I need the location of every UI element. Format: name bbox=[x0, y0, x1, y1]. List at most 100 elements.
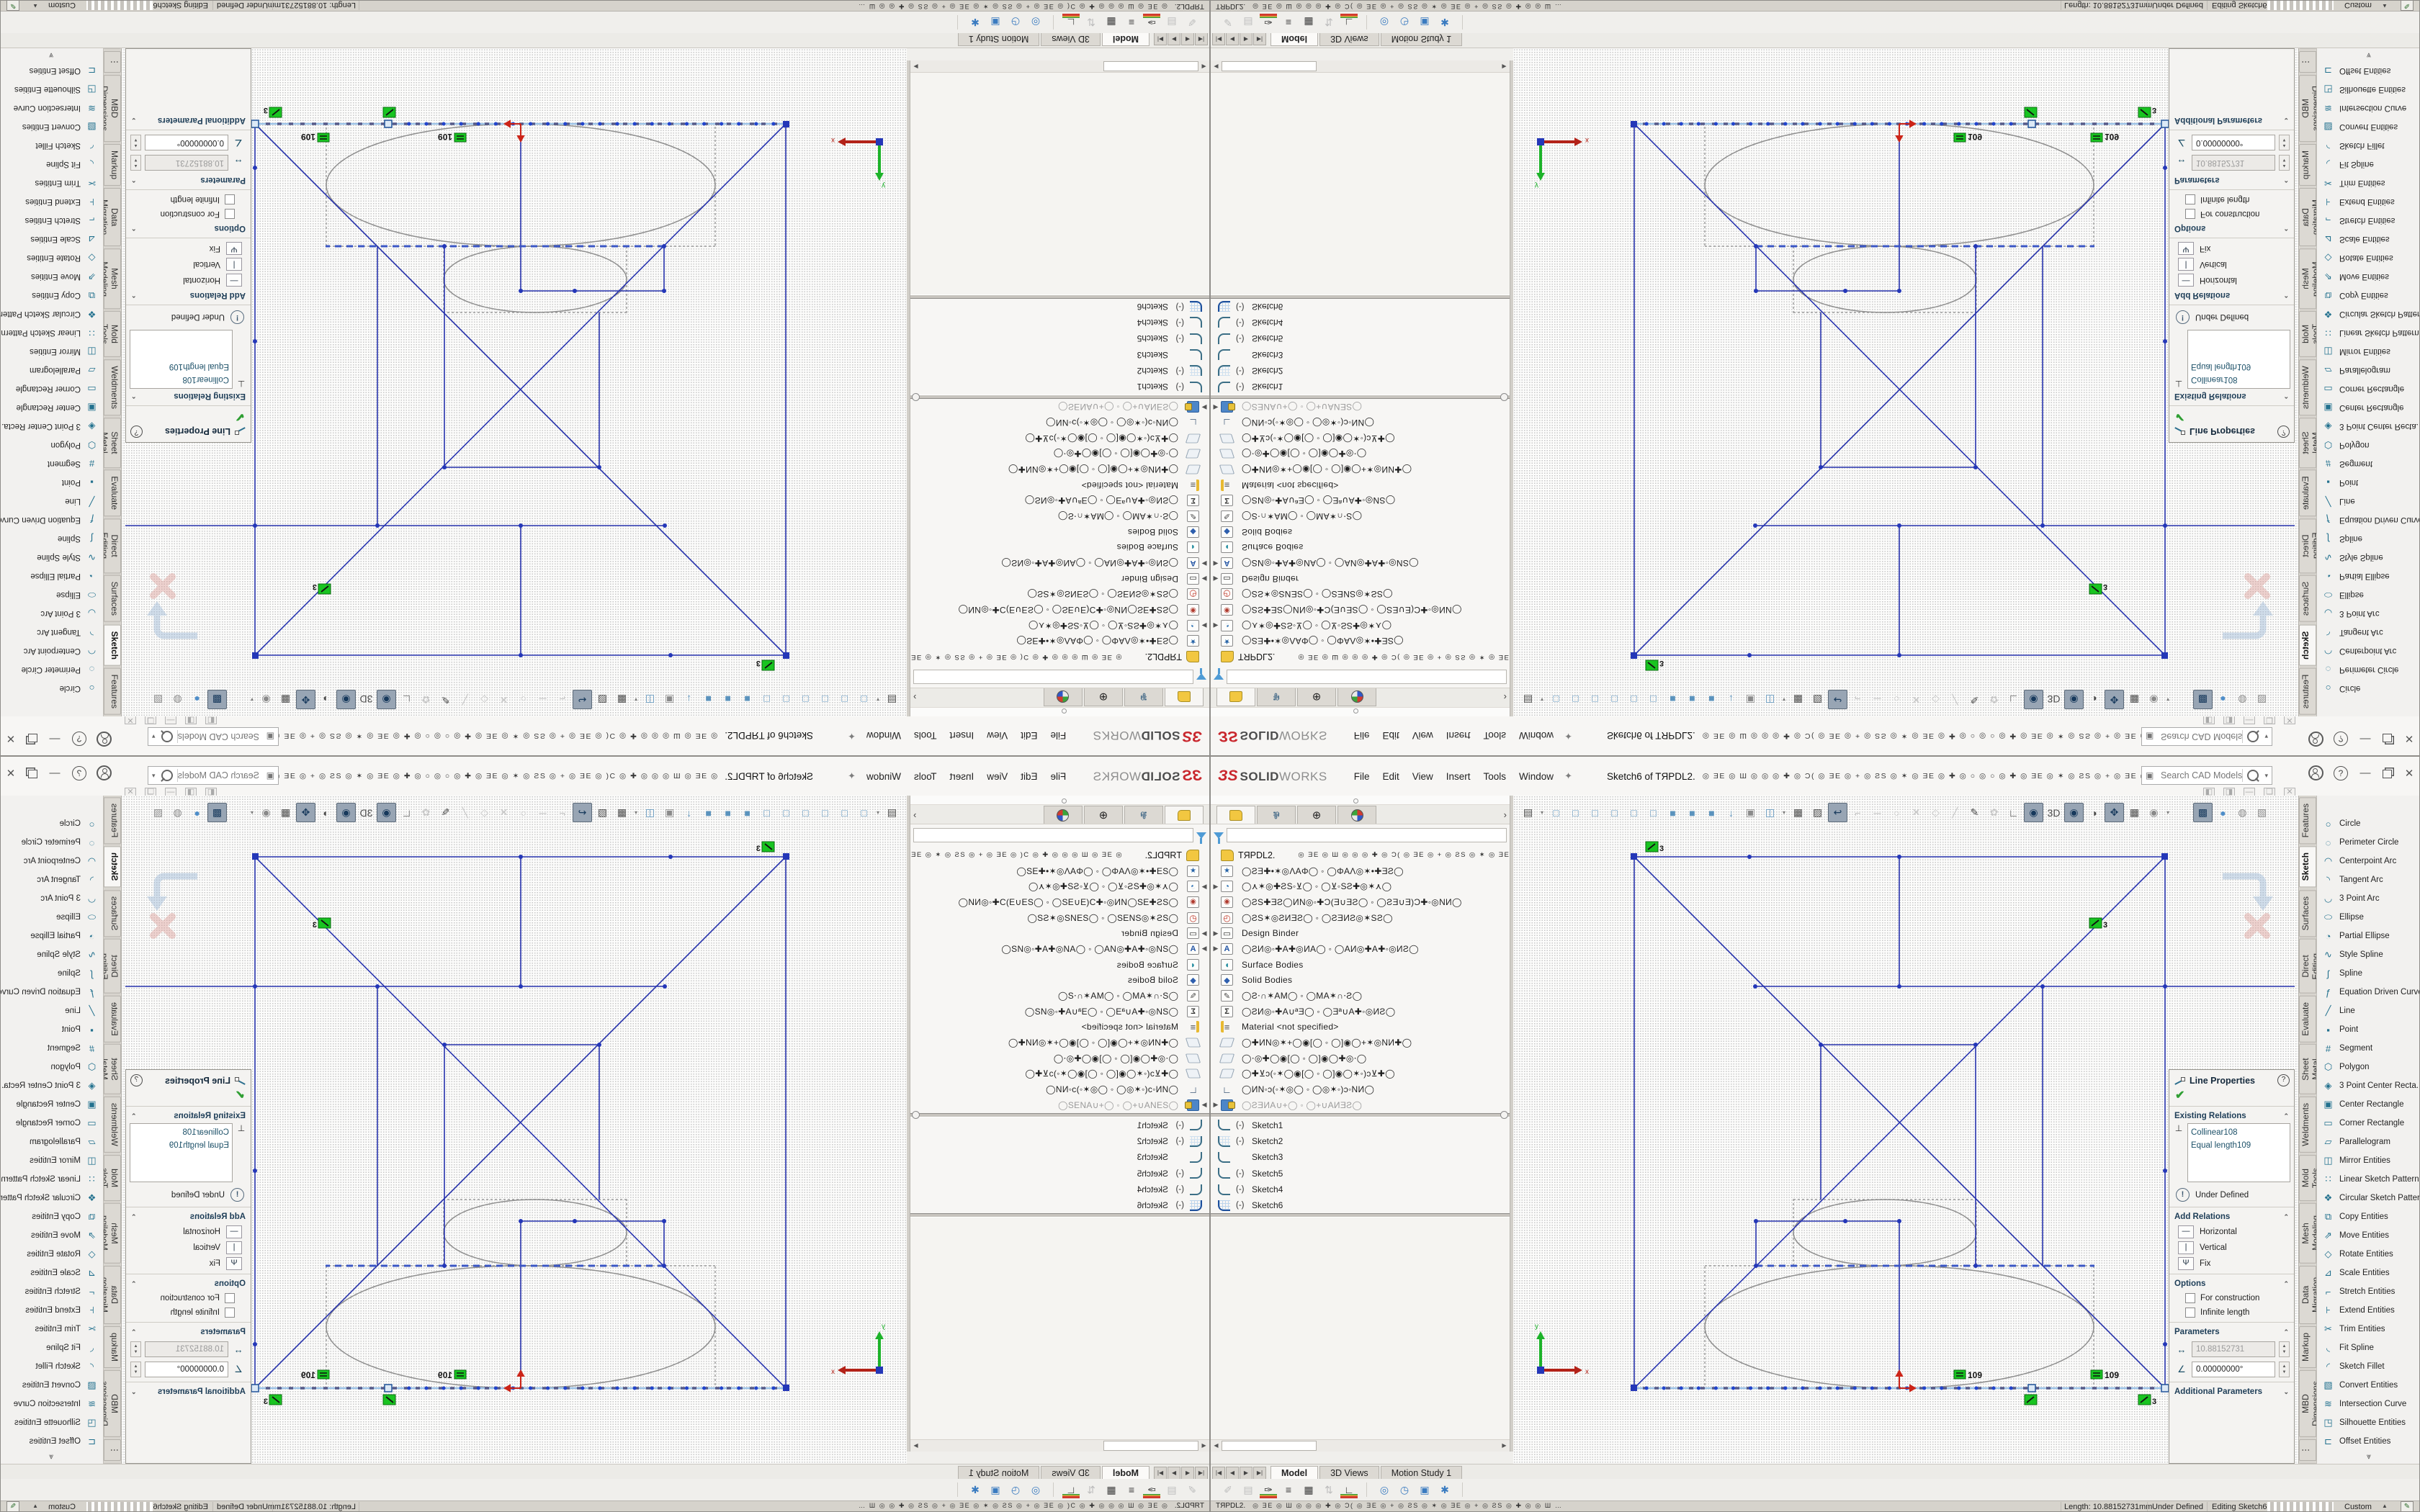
corner-icon[interactable]: ∟ bbox=[398, 804, 416, 822]
sketch-3d-icon[interactable]: 3D bbox=[357, 804, 375, 822]
zebra-stripes-icon[interactable]: ▨ bbox=[593, 804, 611, 822]
menu-view[interactable]: View bbox=[1406, 767, 1440, 786]
eye2-pressed-icon[interactable]: ◉ bbox=[336, 803, 356, 822]
boss-solid-icon[interactable]: ■ bbox=[738, 804, 756, 822]
tab-nav-icon[interactable]: ▶| bbox=[1154, 32, 1167, 45]
tab-nav-icon[interactable]: |◀ bbox=[1212, 32, 1225, 45]
tool-equation-driven-curve[interactable]: ƒ Equation Driven Curve bbox=[0, 510, 103, 529]
tab-mbd-dimensions[interactable]: MBD Dimensions bbox=[104, 75, 121, 142]
shaded-view-pressed-icon[interactable]: ▩ bbox=[207, 803, 227, 822]
disabled-rotate-icon[interactable]: ◇ bbox=[475, 690, 493, 708]
history[interactable]: ▶ ◔ ◯⋏✶◎✚ƧS◦⊻◯ ◦ ◯⊻◦SƧ✚◎✶⋏◯ bbox=[1211, 618, 1510, 634]
tab-data-migration[interactable]: Data Migration bbox=[2299, 188, 2316, 246]
design-binder[interactable]: ▶ ▭ Design Binder bbox=[1211, 571, 1510, 587]
favorites[interactable]: ▶ ★ ◯ƧƎ✚•✶◎ΛAΦ◯ ◦ ◯ΦAΛ◎✶•✚ƎƧ◯ bbox=[1211, 634, 1510, 649]
tool-tangent-arc[interactable]: ◝ Tangent Arc bbox=[2317, 870, 2420, 889]
tab-nav-icon[interactable]: ▶| bbox=[1253, 32, 1266, 45]
shaded-view-pressed-icon[interactable]: ▩ bbox=[207, 690, 227, 709]
search-icon[interactable] bbox=[161, 770, 173, 781]
tab-3d-views[interactable]: 3D Views bbox=[1041, 32, 1101, 46]
tool-scale-entities[interactable]: ⊿ Scale Entities bbox=[0, 230, 103, 248]
sketch3[interactable]: Sketch3 bbox=[910, 1149, 1209, 1165]
tool-tangent-arc[interactable]: ◝ Tangent Arc bbox=[0, 870, 103, 889]
zebra-stripes-icon[interactable]: ▨ bbox=[593, 690, 611, 708]
tool-3-point-arc[interactable]: ◡ 3 Point Arc bbox=[2317, 604, 2420, 623]
separator[interactable] bbox=[1053, 15, 1054, 30]
eye-visibility-icon[interactable]: ◉ bbox=[257, 804, 275, 822]
mirror-body-icon[interactable]: ◫ bbox=[641, 804, 659, 822]
locked-folder[interactable]: ▶ ◯ƧƎИA∪+◯ ◦ ◯+∪AИƎƧ◯ bbox=[910, 399, 1209, 415]
relation-entry[interactable]: Equal length109 bbox=[133, 359, 229, 372]
expand-arrow-icon[interactable]: ▶ bbox=[1211, 403, 1221, 411]
tab-scroll-icon[interactable]: › bbox=[1504, 809, 1507, 820]
restore-button[interactable] bbox=[28, 770, 37, 778]
separator[interactable] bbox=[1366, 1482, 1367, 1497]
existing-relations-section[interactable]: Existing Relations⌃ bbox=[2169, 1109, 2294, 1123]
tab-markup[interactable]: Markup bbox=[104, 1326, 121, 1368]
tool-extend-entities[interactable]: ⊦ Extend Entities bbox=[0, 192, 103, 211]
top-plane[interactable]: ▶ ◯⋅◎✚◯◉[◯ ◦ ◯]◉◯✚◎⋅◯ bbox=[910, 1050, 1209, 1066]
spinner[interactable]: ▲▼ bbox=[130, 135, 141, 150]
mirror-disabled-icon[interactable]: ⇅ bbox=[1083, 14, 1100, 31]
corner-icon[interactable]: ∟ bbox=[2004, 804, 2022, 822]
tool-offset-entities[interactable]: ⊏ Offset Entities bbox=[2317, 1432, 2420, 1451]
loft-wire-icon[interactable]: □ bbox=[1605, 690, 1623, 708]
tool-move-entities[interactable]: ⇗ Move Entities bbox=[2317, 1226, 2420, 1245]
displaymanager-tab[interactable] bbox=[1337, 806, 1376, 824]
tab-mold-tools[interactable]: Mold Tools bbox=[2299, 311, 2316, 357]
tab-surfaces[interactable]: Surfaces bbox=[104, 575, 121, 622]
option-infinite-length[interactable]: Infinite length bbox=[2169, 1305, 2294, 1320]
spinner[interactable]: ▲▼ bbox=[2279, 135, 2290, 150]
solid-bodies[interactable]: ▶ ◆ Solid Bodies bbox=[910, 973, 1209, 989]
right-plane[interactable]: ▶ ◯✚⊻ɔ(◦✶◯◉[◯ ◦ ◯]◉◯✶◦)ɔ⊻✚◯ bbox=[1211, 431, 1510, 446]
save-icon[interactable]: ▦ bbox=[1789, 690, 1807, 708]
shaded-view-pressed-icon[interactable]: ▩ bbox=[2193, 690, 2213, 709]
existing-relations-section[interactable]: Existing Relations⌃ bbox=[126, 1109, 251, 1123]
panel-refresh-icon[interactable]: ▣ bbox=[1742, 690, 1760, 708]
tab-mbd-dimensions[interactable]: MBD Dimensions bbox=[2299, 1370, 2316, 1437]
menu-tools[interactable]: Tools bbox=[908, 726, 944, 746]
blue-sphere-icon[interactable]: ● bbox=[188, 690, 206, 708]
eraser-disabled-icon[interactable]: ✐ bbox=[1219, 1481, 1237, 1498]
tool-equation-driven-curve[interactable]: ƒ Equation Driven Curve bbox=[2317, 983, 2420, 1002]
relation-horizontal[interactable]: — Horizontal bbox=[2169, 1224, 2294, 1240]
camera-check-icon[interactable]: ◎ bbox=[1376, 1481, 1393, 1498]
more-tools-icon[interactable]: ⩔ bbox=[2317, 50, 2420, 60]
expand-arrow-icon[interactable]: ▶ bbox=[1199, 621, 1209, 629]
more-tools-icon[interactable]: ⩔ bbox=[2317, 1452, 2420, 1462]
sketch2[interactable]: (-) Sketch2 bbox=[1211, 363, 1510, 379]
boundary-wire-icon[interactable]: □ bbox=[777, 690, 795, 708]
parameters-section[interactable]: Parameters⌃ bbox=[126, 1325, 251, 1339]
restore-button[interactable] bbox=[2383, 734, 2392, 742]
parameter-field[interactable]: 10.88152731 bbox=[2192, 155, 2275, 171]
option-infinite-length[interactable]: Infinite length bbox=[2169, 192, 2294, 207]
tool-intersection-curve[interactable]: ≋ Intersection Curve bbox=[0, 99, 103, 117]
mirror-body-icon[interactable]: ◫ bbox=[1761, 690, 1779, 708]
tool-3-point-center-rectangle[interactable]: ◈ 3 Point Center Recta... bbox=[0, 417, 103, 436]
tab-nav-icon[interactable]: |◀ bbox=[1195, 1467, 1208, 1480]
tab-surfaces[interactable]: Surfaces bbox=[2299, 575, 2316, 622]
tab-overflow[interactable]: ⋮ bbox=[104, 1439, 121, 1461]
confirmation-corner[interactable] bbox=[2223, 876, 2273, 935]
tool-perimeter-circle[interactable]: ◌ Perimeter Circle bbox=[2317, 833, 2420, 852]
tag-pen-icon[interactable]: ✎ bbox=[6, 1501, 19, 1512]
disabled-corner-icon[interactable]: ⌐ bbox=[1849, 804, 1867, 822]
corner-rainbow-icon[interactable]: ∟ bbox=[1062, 1481, 1080, 1498]
tab-overflow[interactable]: ⋮ bbox=[104, 51, 121, 73]
tool-linear-sketch-pattern[interactable]: ∷ Linear Sketch Pattern bbox=[2317, 323, 2420, 342]
relation-entry[interactable]: Equal length109 bbox=[2191, 359, 2287, 372]
locked-folder[interactable]: ▶ ◯ƧƎИA∪+◯ ◦ ◯+∪AИƎƧ◯ bbox=[1211, 1097, 1510, 1113]
tool-sketch-fillet[interactable]: ◜ Sketch Fillet bbox=[2317, 1357, 2420, 1376]
clock-icon[interactable]: ◷ bbox=[1007, 14, 1024, 31]
units-caret-icon[interactable]: ▲ bbox=[2382, 3, 2388, 9]
tab-3d-views[interactable]: 3D Views bbox=[1319, 1466, 1379, 1480]
blue-sphere-icon[interactable]: ● bbox=[2214, 690, 2232, 708]
extrude-wire-icon[interactable]: □ bbox=[1547, 804, 1565, 822]
sketch6[interactable]: (-) Sketch6 bbox=[1211, 1197, 1510, 1213]
search-input[interactable]: Search CAD Models bbox=[178, 732, 259, 742]
menu-window[interactable]: Window bbox=[860, 726, 908, 746]
mirror-body-icon[interactable]: ◫ bbox=[641, 690, 659, 708]
search-icon[interactable] bbox=[161, 731, 173, 742]
dropdown-icon[interactable]: ▾ bbox=[248, 690, 256, 708]
eye-visibility-icon[interactable]: ◉ bbox=[2145, 690, 2163, 708]
